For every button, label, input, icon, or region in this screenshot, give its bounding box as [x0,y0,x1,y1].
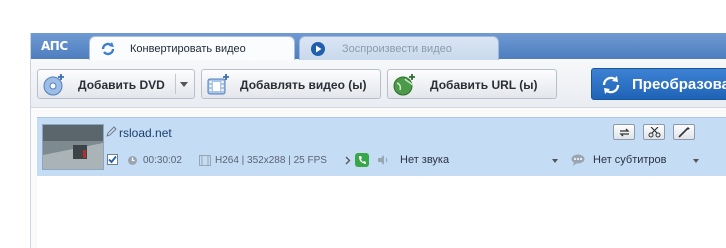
swap-icon [619,128,630,137]
tab-convert-video[interactable]: Конвертировать видео [89,36,295,60]
app-logo: AΠC [41,39,68,53]
add-dvd-button[interactable]: Добавить DVD [37,69,195,99]
file-checkbox[interactable] [107,154,118,165]
phone-device-icon[interactable] [355,153,369,167]
add-dvd-label: Добавить DVD [78,78,165,92]
file-row[interactable]: rsload.net 00:30:02 H264 | 352x288 | 25 … [37,117,726,177]
toolbar: Добавить DVD Добавлять видео (ы) Добавит… [31,60,726,108]
chevron-down-icon[interactable] [180,82,188,87]
tab-play-label: Зоспроизвести видео [342,43,452,55]
scissors-icon [648,127,661,138]
play-icon [311,42,325,56]
chevron-right-icon[interactable] [345,156,351,165]
film-add-icon [207,74,229,95]
add-url-label: Добавить URL (ы) [430,78,538,92]
rename-pencil-icon[interactable] [106,126,117,137]
magic-wand-icon [678,127,690,138]
tab-play-video[interactable]: Зоспроизвести видео [299,36,499,60]
add-video-button[interactable]: Добавлять видео (ы) [201,69,381,99]
dvd-add-icon [43,74,64,96]
subtitles-track[interactable]: Нет субтитров [593,154,667,166]
add-url-button[interactable]: Добавить URL (ы) [387,69,557,99]
clock-icon [128,156,137,165]
video-thumbnail[interactable] [42,124,104,170]
convert-tab-icon [101,42,115,56]
tab-convert-label: Конвертировать видео [130,43,246,55]
file-list-empty-area[interactable] [37,176,726,248]
subtitle-bubble-icon [571,154,585,166]
dropdown-separator [175,74,176,94]
duration: 00:30:02 [143,155,182,166]
video-info[interactable]: H264 | 352x288 | 25 FPS [215,155,327,166]
add-video-label: Добавлять видео (ы) [240,78,367,92]
convert-button[interactable]: Преобразовать [591,68,726,100]
audio-dropdown-arrow[interactable] [552,159,558,163]
reconvert-button[interactable] [613,124,635,140]
cut-button[interactable] [643,124,665,140]
film-icon [199,155,211,166]
speaker-icon [378,155,388,165]
audio-track[interactable]: Нет звука [400,154,449,166]
convert-label: Преобразовать [632,76,726,93]
checkmark-icon [108,155,117,164]
app-window: AΠC Конвертировать видео Зоспроизвести в… [30,33,726,248]
effects-button[interactable] [673,124,695,140]
thumbnail-image [43,125,103,169]
refresh-icon [602,76,620,94]
subtitles-dropdown-arrow[interactable] [693,159,699,163]
file-name[interactable]: rsload.net [119,126,172,140]
tab-bar: AΠC Конвертировать видео Зоспроизвести в… [31,33,726,60]
globe-add-icon [393,74,415,96]
